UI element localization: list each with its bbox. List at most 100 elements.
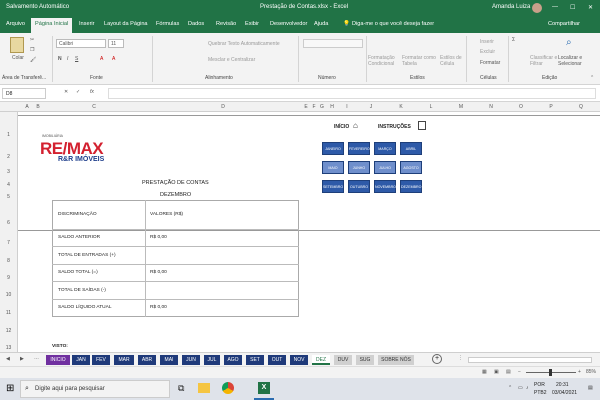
insert-cells-button[interactable]: Inserir	[480, 39, 494, 45]
sheet-tab-nov[interactable]: NOV	[290, 355, 308, 365]
scroll-right-icon[interactable]: ▶	[20, 356, 24, 362]
row-header[interactable]: 6	[0, 220, 17, 226]
conditional-format-button[interactable]: Formatação Condicional	[368, 55, 402, 67]
sheet-tab-duv[interactable]: DUV	[334, 355, 352, 365]
row-header[interactable]: 5	[0, 194, 17, 200]
horizontal-scrollbar[interactable]	[468, 357, 592, 363]
column-header[interactable]: M	[446, 104, 476, 110]
sheet-tab-out[interactable]: OUT	[268, 355, 286, 365]
search-icon[interactable]: ⌕	[566, 37, 572, 48]
column-header[interactable]: H	[326, 104, 338, 110]
menu-exibir[interactable]: Exibir	[245, 21, 259, 27]
more-sheets-icon[interactable]: …	[34, 355, 39, 361]
column-header[interactable]: I	[338, 104, 356, 110]
menu-revisao[interactable]: Revisão	[216, 21, 236, 27]
column-header[interactable]: N	[476, 104, 506, 110]
column-header[interactable]: G	[318, 104, 326, 110]
sheet-tab-jul[interactable]: JUL	[204, 355, 220, 365]
month-button-agosto[interactable]: AGOSTO	[400, 161, 422, 174]
month-button-maio[interactable]: MAIO	[322, 161, 344, 174]
enter-icon[interactable]: ✓	[76, 89, 80, 95]
table-cell-label[interactable]: SALDO TOTAL (=)	[58, 270, 98, 275]
table-cell-label[interactable]: TOTAL DE ENTRADAS (+)	[58, 253, 116, 258]
normal-view-icon[interactable]: ▦	[482, 369, 487, 375]
month-button-julho[interactable]: JULHO	[374, 161, 396, 174]
column-header[interactable]: B	[32, 104, 44, 110]
autosave-label[interactable]: Salvamento Automático	[6, 4, 69, 10]
home-icon[interactable]: ⌂	[353, 121, 358, 130]
user-name[interactable]: Amanda Luiza	[492, 4, 530, 10]
zoom-out-icon[interactable]: −	[518, 369, 521, 375]
row-header[interactable]: 4	[0, 182, 17, 188]
sheet-tab-dez[interactable]: DEZ	[312, 355, 330, 365]
file-explorer-icon[interactable]	[198, 383, 210, 393]
sheet-tab-fev[interactable]: FEV	[92, 355, 110, 365]
page-break-icon[interactable]: ▤	[506, 369, 511, 375]
sheet-tab-abr[interactable]: ABR	[138, 355, 156, 365]
menu-arquivo[interactable]: Arquivo	[6, 21, 25, 27]
sheet-tab-set[interactable]: SET	[246, 355, 264, 365]
sheet-tab-sug[interactable]: SUG	[356, 355, 374, 365]
volume-icon[interactable]: ♪	[526, 385, 529, 391]
column-header[interactable]: C	[44, 104, 144, 110]
row-header[interactable]: 11	[0, 310, 17, 316]
sheet-tab-jan[interactable]: JAN	[72, 355, 90, 365]
month-button-junho[interactable]: JUNHO	[348, 161, 370, 174]
function-icon[interactable]: fx	[90, 89, 94, 95]
row-header[interactable]: 2	[0, 154, 17, 160]
menu-desenvolvedor[interactable]: Desenvolvedor	[270, 21, 307, 27]
month-button-fevereiro[interactable]: FEVEREIRO	[348, 142, 370, 155]
network-icon[interactable]: ▭	[518, 385, 523, 391]
add-sheet-icon[interactable]: +	[432, 354, 442, 364]
maximize-icon[interactable]: ☐	[570, 4, 575, 11]
zoom-slider[interactable]	[526, 369, 576, 376]
row-header[interactable]: 8	[0, 258, 17, 264]
month-button-marco[interactable]: MARÇO	[374, 142, 396, 155]
collapse-ribbon-icon[interactable]: ⌃	[590, 75, 594, 81]
menu-dados[interactable]: Dados	[188, 21, 204, 27]
tabs-resize-icon[interactable]: ⋮	[458, 355, 463, 361]
instructions-link[interactable]: INSTRUÇÕES	[378, 124, 411, 130]
month-button-dezembro[interactable]: DEZEMBRO	[400, 180, 422, 193]
table-cell-value[interactable]: R$ 0,00	[150, 235, 167, 240]
sheet-tab-ago[interactable]: AGO	[224, 355, 242, 365]
column-header[interactable]: L	[416, 104, 446, 110]
find-select-button[interactable]: Localizar e Selecionar	[558, 55, 588, 67]
merge-center-button[interactable]: Mesclar e Centralizar	[208, 57, 255, 63]
row-header[interactable]: 7	[0, 240, 17, 246]
sheet-tab-mai[interactable]: MAI	[160, 355, 178, 365]
windows-start-icon[interactable]: ⊞	[6, 383, 14, 394]
column-header[interactable]: F	[310, 104, 318, 110]
underline-icon[interactable]: S	[75, 56, 78, 62]
formula-input[interactable]	[108, 88, 596, 99]
month-button-janeiro[interactable]: JANEIRO	[322, 142, 344, 155]
copy-icon[interactable]: ❐	[30, 47, 34, 53]
chrome-icon[interactable]	[222, 382, 234, 394]
number-format-select[interactable]	[303, 39, 363, 48]
cell-styles-button[interactable]: Estilos de Célula	[440, 55, 464, 67]
table-cell-label[interactable]: TOTAL DE SAÍDAS (-)	[58, 288, 106, 293]
worksheet[interactable]: IMOBILIÁRIA RE/MAX R&R IMÓVEIS INÍCIO ⌂ …	[18, 112, 600, 352]
autosum-icon[interactable]: Σ	[512, 37, 515, 43]
row-header[interactable]: 3	[0, 169, 17, 175]
row-header[interactable]: 13	[0, 345, 17, 351]
font-name-select[interactable]: Calibri	[56, 39, 106, 48]
share-button[interactable]: Compartilhar	[548, 21, 580, 27]
menu-formulas[interactable]: Fórmulas	[156, 21, 179, 27]
menu-ajuda[interactable]: Ajuda	[314, 21, 328, 27]
month-button-novembro[interactable]: NOVEMBRO	[374, 180, 396, 193]
sheet-tab-jun[interactable]: JUN	[182, 355, 200, 365]
sort-filter-button[interactable]: Classificar e Filtrar	[530, 55, 558, 67]
italic-icon[interactable]: I	[67, 56, 68, 62]
table-cell-label[interactable]: SALDO ANTERIOR	[58, 235, 100, 240]
column-header[interactable]: Q	[566, 104, 596, 110]
row-header[interactable]: 12	[0, 328, 17, 334]
format-painter-icon[interactable]: 🖌	[30, 57, 36, 63]
font-size-select[interactable]: 11	[108, 39, 124, 48]
task-view-icon[interactable]: ⧉	[178, 383, 184, 394]
sheet-tab-mar[interactable]: MAR	[114, 355, 134, 365]
menu-inserir[interactable]: Inserir	[79, 21, 95, 27]
row-header[interactable]: 1	[0, 132, 17, 138]
clock-time[interactable]: 20:31	[556, 382, 569, 388]
tray-up-icon[interactable]: ⌃	[508, 385, 512, 391]
